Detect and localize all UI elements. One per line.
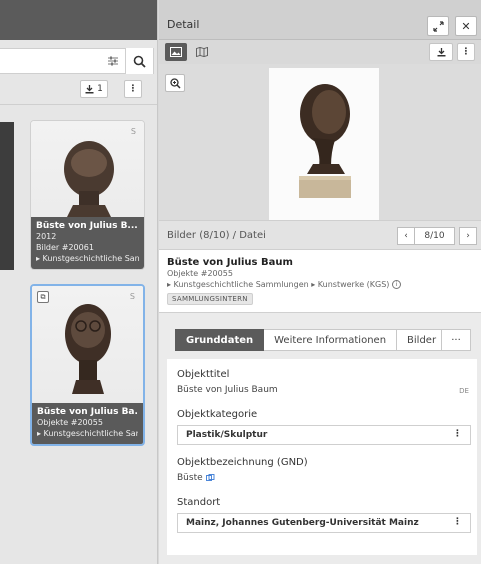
page-value: 8/10 bbox=[424, 231, 445, 241]
gnd-label: Objektbezeichnung (GND) bbox=[177, 457, 308, 468]
download-icon bbox=[437, 47, 445, 56]
object-title: Büste von Julius Baum bbox=[167, 257, 293, 268]
chevron-right-icon: › bbox=[466, 231, 470, 241]
object-path[interactable]: ▸ Kunstgeschichtliche Sammlungen ▸ Kunst… bbox=[167, 280, 389, 289]
gnd-value[interactable]: Büste bbox=[177, 473, 203, 483]
results-toolbar: 1 ⋮ bbox=[0, 80, 157, 102]
map-view-button[interactable] bbox=[191, 43, 213, 61]
result-card-selected[interactable]: ⧉ S Büste von Julius Ba... Objekte #2005… bbox=[30, 284, 145, 446]
more-tabs-button[interactable]: ··· bbox=[441, 329, 471, 351]
download-icon bbox=[85, 84, 94, 93]
map-icon bbox=[196, 47, 208, 57]
view-toolbar: ⋮ bbox=[159, 40, 481, 64]
status-badge: S bbox=[130, 127, 136, 136]
card-title: Büste von Julius Ba... bbox=[37, 407, 138, 417]
pager-label: Bilder (8/10) / Datei bbox=[167, 230, 266, 241]
divider bbox=[0, 104, 157, 105]
bust-image bbox=[299, 84, 351, 198]
download-button[interactable] bbox=[429, 43, 453, 61]
detail-title: Detail bbox=[167, 18, 200, 31]
tab-bilder[interactable]: Bilder bbox=[397, 329, 448, 351]
page-indicator[interactable]: 8/10 bbox=[415, 227, 455, 245]
visibility-tag: SAMMLUNGSINTERN bbox=[167, 293, 253, 305]
expand-icon bbox=[432, 20, 444, 32]
image-icon bbox=[170, 47, 182, 57]
tabs-area: Grunddaten Weitere Informationen Bilder … bbox=[159, 312, 481, 564]
card-path: ▸ Kunstgeschichtliche Samı bbox=[37, 429, 138, 438]
search-bar[interactable] bbox=[0, 48, 154, 74]
objekttitel-value: Büste von Julius Baum bbox=[177, 385, 278, 395]
search-icon bbox=[133, 55, 146, 68]
sculpture-photo bbox=[269, 68, 379, 220]
copy-icon[interactable]: ⧉ bbox=[37, 291, 49, 303]
objekttitel-label: Objekttitel bbox=[177, 369, 230, 380]
external-link-icon[interactable] bbox=[205, 473, 215, 482]
card-image: S Büste von Julius B... 2012 Bilder #200… bbox=[31, 121, 144, 269]
card-type: Objekte #20055 bbox=[37, 418, 103, 427]
more-vertical-icon: ⋮ bbox=[461, 47, 471, 57]
image-view-button[interactable] bbox=[165, 43, 187, 61]
object-path-row: ▸ Kunstgeschichtliche Sammlungen ▸ Kunst… bbox=[167, 279, 473, 290]
pager-bar: Bilder (8/10) / Datei ‹ 8/10 › bbox=[159, 220, 481, 250]
expand-button[interactable] bbox=[427, 16, 449, 36]
download-results-button[interactable]: 1 bbox=[80, 80, 108, 98]
results-pane: 1 ⋮ S Büste von Julius B... 2012 Bilder … bbox=[0, 0, 158, 564]
zoom-button[interactable] bbox=[165, 74, 185, 92]
close-icon: ✕ bbox=[461, 19, 471, 33]
previous-card-edge bbox=[0, 122, 14, 270]
filter-icon[interactable] bbox=[107, 55, 119, 67]
more-vertical-icon: ⋮ bbox=[128, 84, 138, 94]
tab-weitere-informationen[interactable]: Weitere Informationen bbox=[264, 329, 398, 351]
card-type: Bilder #20061 bbox=[36, 243, 94, 252]
results-menu-button[interactable]: ⋮ bbox=[124, 80, 142, 98]
standort-label: Standort bbox=[177, 497, 221, 508]
next-image-button[interactable]: › bbox=[459, 227, 477, 245]
card-year: 2012 bbox=[36, 232, 57, 241]
tab-grunddaten[interactable]: Grunddaten bbox=[175, 329, 265, 351]
zoom-in-icon bbox=[169, 77, 181, 89]
field-panel: Objekttitel Büste von Julius Baum DE Obj… bbox=[167, 359, 477, 555]
object-summary: Büste von Julius Baum Objekte #20055 ▸ K… bbox=[159, 252, 481, 310]
prev-image-button[interactable]: ‹ bbox=[397, 227, 415, 245]
close-button[interactable]: ✕ bbox=[455, 16, 477, 36]
image-viewer[interactable] bbox=[159, 64, 481, 220]
kategorie-value: Plastik/Skulptur bbox=[186, 430, 268, 440]
chevron-left-icon: ‹ bbox=[404, 231, 408, 241]
language-code: DE bbox=[459, 387, 469, 395]
kategorie-field[interactable]: Plastik/Skulptur ⋮ bbox=[177, 425, 471, 445]
detail-pane: Detail ✕ ⋮ Bilder (8/10) / Datei ‹ 8/10 … bbox=[159, 0, 481, 564]
kategorie-label: Objektkategorie bbox=[177, 409, 258, 420]
card-path: ▸ Kunstgeschichtliche San bbox=[36, 254, 139, 263]
detail-menu-button[interactable]: ⋮ bbox=[457, 43, 475, 61]
object-type-id: Objekte #20055 bbox=[167, 269, 233, 278]
card-caption: Büste von Julius B... 2012 Bilder #20061… bbox=[31, 217, 144, 269]
card-image: ⧉ S Büste von Julius Ba... Objekte #2005… bbox=[32, 286, 143, 444]
standort-value: Mainz, Johannes Gutenberg-Universität Ma… bbox=[186, 518, 419, 528]
results-header bbox=[0, 0, 157, 40]
card-caption: Büste von Julius Ba... Objekte #20055 ▸ … bbox=[32, 403, 143, 444]
card-title: Büste von Julius B... bbox=[36, 221, 138, 231]
status-badge: S bbox=[129, 292, 135, 301]
tab-bar: Grunddaten Weitere Informationen Bilder bbox=[175, 329, 456, 351]
more-vertical-icon[interactable]: ⋮ bbox=[453, 429, 462, 439]
search-button[interactable] bbox=[125, 48, 153, 74]
result-card[interactable]: S Büste von Julius B... 2012 Bilder #200… bbox=[30, 120, 145, 270]
gnd-value-row: Büste bbox=[177, 473, 215, 483]
more-vertical-icon[interactable]: ⋮ bbox=[453, 517, 462, 527]
detail-header: Detail ✕ bbox=[159, 0, 481, 40]
standort-field[interactable]: Mainz, Johannes Gutenberg-Universität Ma… bbox=[177, 513, 471, 533]
info-icon[interactable]: i bbox=[391, 280, 401, 289]
results-count: 1 bbox=[97, 84, 103, 94]
